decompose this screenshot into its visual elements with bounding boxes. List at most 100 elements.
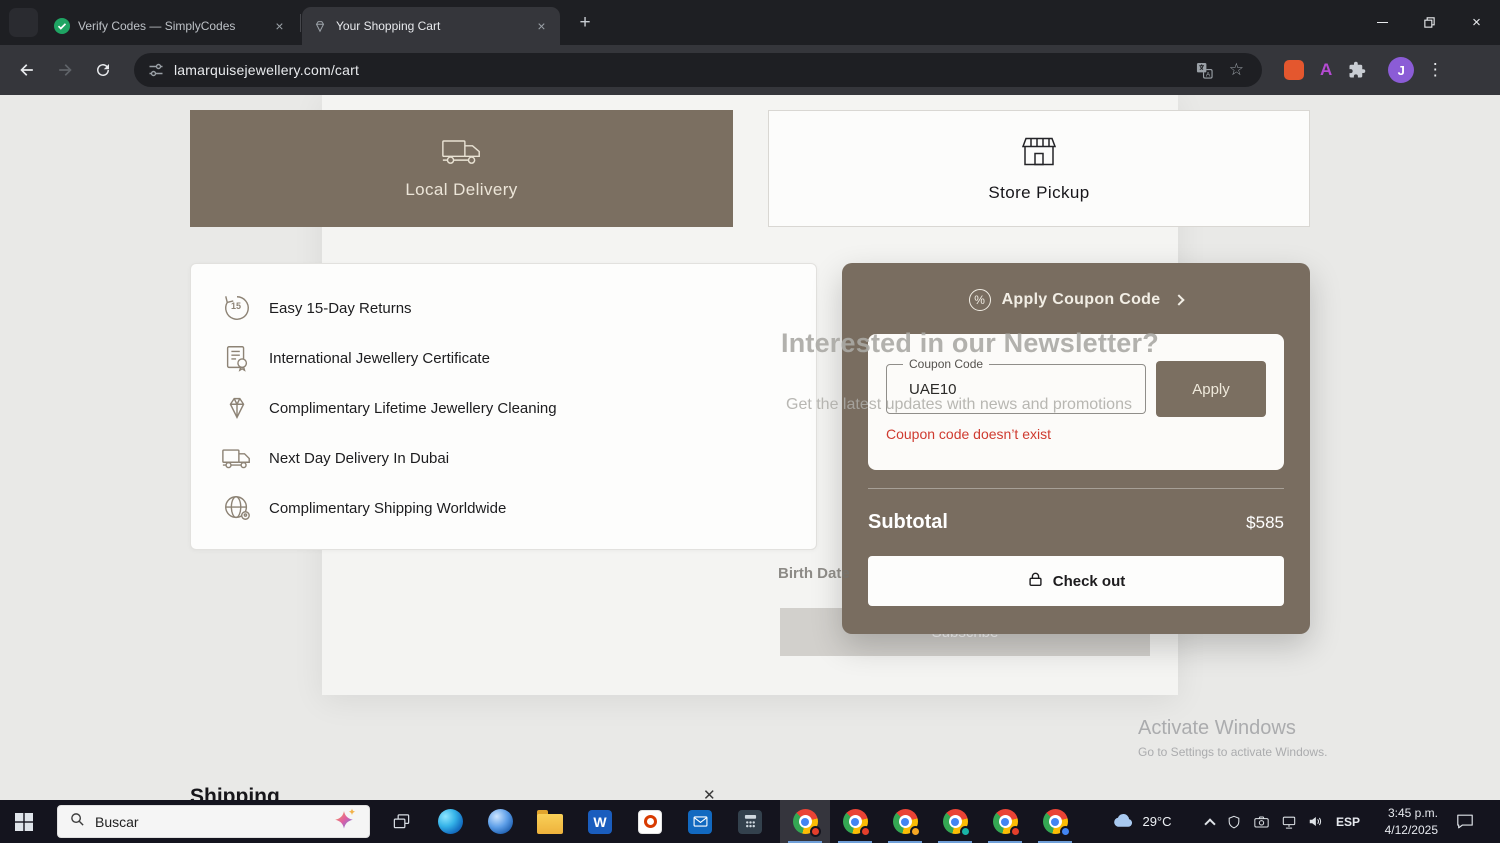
start-button[interactable] [0, 800, 48, 843]
taskbar-app-office[interactable] [625, 800, 675, 843]
subtotal-value: $585 [1246, 513, 1284, 532]
extension-shield-icon[interactable] [1284, 60, 1304, 80]
taskbar-app-edge[interactable] [425, 800, 475, 843]
browser-logo[interactable] [9, 8, 38, 37]
page-content: Subscribe Local Delivery Store Pickup 15… [0, 95, 1500, 800]
extension-a-icon[interactable]: A [1320, 60, 1332, 80]
taskbar-app-chrome-6[interactable] [1030, 800, 1080, 843]
lock-icon [1027, 571, 1044, 592]
reload-button[interactable] [86, 53, 120, 87]
tray-expand-button[interactable] [1200, 800, 1220, 843]
subtotal-row: Subtotal $585 [868, 511, 1284, 534]
tab-shopping-cart[interactable]: Your Shopping Cart × [302, 7, 560, 45]
window-minimize-button[interactable] [1359, 0, 1406, 45]
tray-volume-icon[interactable] [1302, 800, 1328, 843]
taskbar-app-chrome-5[interactable] [980, 800, 1030, 843]
address-bar[interactable]: lamarquisejewellery.com/cart A ☆ [134, 53, 1262, 87]
language-indicator[interactable]: ESP [1332, 800, 1364, 843]
taskbar-app-file-explorer[interactable] [525, 800, 575, 843]
coupon-form-card: Coupon Code Apply Coupon code doesn’t ex… [868, 334, 1284, 470]
browser-toolbar: lamarquisejewellery.com/cart A ☆ A J ⋮ [0, 45, 1500, 95]
taskbar-app-word[interactable]: W [575, 800, 625, 843]
forward-button[interactable] [48, 53, 82, 87]
watermark-line1: Activate Windows [1138, 717, 1296, 739]
extensions-puzzle-icon[interactable] [1348, 61, 1366, 79]
window-close-button[interactable]: × [1453, 0, 1500, 45]
cart-favicon-icon [312, 18, 328, 34]
apply-coupon-button[interactable]: Apply [1156, 361, 1266, 417]
weather-temp: 29°C [1142, 814, 1172, 829]
feature-label: Next Day Delivery In Dubai [269, 449, 450, 467]
tab-separator [300, 14, 301, 32]
translate-icon[interactable]: A [1196, 62, 1213, 79]
feature-row: International Jewellery Certificate [221, 333, 816, 383]
next-day-truck-icon [221, 442, 253, 474]
checkout-button[interactable]: Check out [868, 556, 1284, 606]
edge-icon [437, 809, 463, 834]
taskbar-app-outlook[interactable] [675, 800, 725, 843]
taskbar-app-chrome-3[interactable] [880, 800, 930, 843]
tray-network-icon[interactable] [1276, 800, 1302, 843]
browser-menu-kebab-icon[interactable]: ⋮ [1426, 60, 1444, 80]
subtotal-label: Subtotal [868, 511, 948, 533]
taskbar-app-calculator[interactable] [725, 800, 775, 843]
bookmark-star-icon[interactable]: ☆ [1229, 60, 1244, 80]
url-text: lamarquisejewellery.com/cart [174, 62, 360, 78]
chrome-icon [892, 809, 921, 837]
chrome-icon [1042, 809, 1071, 837]
taskbar-app-chrome-4[interactable] [930, 800, 980, 843]
apply-coupon-title: Apply Coupon Code [1001, 291, 1161, 308]
apply-coupon-header[interactable]: % Apply Coupon Code [842, 289, 1310, 311]
new-tab-button[interactable]: + [572, 10, 598, 36]
feature-row: 15 Easy 15-Day Returns [221, 283, 816, 333]
store-pickup-button[interactable]: Store Pickup [768, 110, 1310, 227]
tab-close-icon[interactable]: × [271, 18, 288, 35]
certificate-icon [221, 342, 253, 374]
percent-icon: % [968, 289, 991, 311]
taskbar: Buscar W 29°C ESP 3:45 p.m. 4/12/2025 [0, 800, 1500, 843]
tab-simplycodes[interactable]: Verify Codes — SimplyCodes × [44, 7, 298, 45]
back-button[interactable] [10, 53, 44, 87]
local-delivery-button[interactable]: Local Delivery [190, 110, 733, 227]
feature-label: Complimentary Lifetime Jewellery Cleanin… [269, 399, 557, 417]
weather-widget[interactable]: 29°C [1092, 800, 1192, 843]
cart-summary-card: % Apply Coupon Code Coupon Code Apply Co… [842, 263, 1310, 634]
window-restore-button[interactable] [1406, 0, 1453, 45]
taskbar-app-chrome-2[interactable] [830, 800, 880, 843]
action-center-button[interactable] [1448, 800, 1482, 843]
delivery-truck-icon [440, 137, 484, 171]
feature-row: Complimentary Lifetime Jewellery Cleanin… [221, 383, 816, 433]
checkout-label: Check out [1052, 572, 1126, 590]
close-icon[interactable]: ✕ [703, 786, 716, 800]
tray-camera-icon[interactable] [1248, 800, 1274, 843]
features-card: 15 Easy 15-Day Returns International Jew… [190, 263, 817, 550]
svg-text:A: A [1206, 71, 1211, 78]
feature-label: Easy 15-Day Returns [269, 299, 412, 317]
word-icon: W [588, 809, 612, 834]
task-view-button[interactable] [378, 800, 424, 843]
taskbar-search[interactable]: Buscar [57, 805, 370, 838]
cloud-icon [1112, 812, 1135, 831]
coupon-code-input[interactable] [887, 365, 1145, 413]
tray-shield-icon[interactable] [1222, 800, 1246, 843]
tab-close-icon[interactable]: × [533, 18, 550, 35]
taskbar-app-chrome-1[interactable] [780, 800, 830, 843]
clock[interactable]: 3:45 p.m. 4/12/2025 [1368, 800, 1440, 843]
calculator-icon [738, 809, 762, 834]
returns-15-day-icon: 15 [221, 292, 253, 324]
profile-avatar[interactable]: J [1388, 57, 1415, 83]
search-icon [70, 812, 85, 832]
watermark-line2: Go to Settings to activate Windows. [1138, 745, 1328, 759]
window-controls: × [1359, 0, 1500, 45]
store-icon [1019, 134, 1059, 174]
local-delivery-label: Local Delivery [405, 180, 518, 199]
chrome-icon [992, 809, 1021, 837]
copilot-icon[interactable] [333, 807, 357, 836]
coupon-field: Coupon Code [886, 357, 1146, 414]
site-settings-icon[interactable] [148, 62, 164, 78]
taskbar-app-browser[interactable] [475, 800, 525, 843]
globe-shipping-icon [221, 492, 253, 524]
feature-row: Complimentary Shipping Worldwide [221, 483, 816, 533]
activate-windows-watermark: Activate Windows Go to Settings to activ… [1138, 717, 1327, 759]
tab-title: Your Shopping Cart [336, 19, 441, 33]
